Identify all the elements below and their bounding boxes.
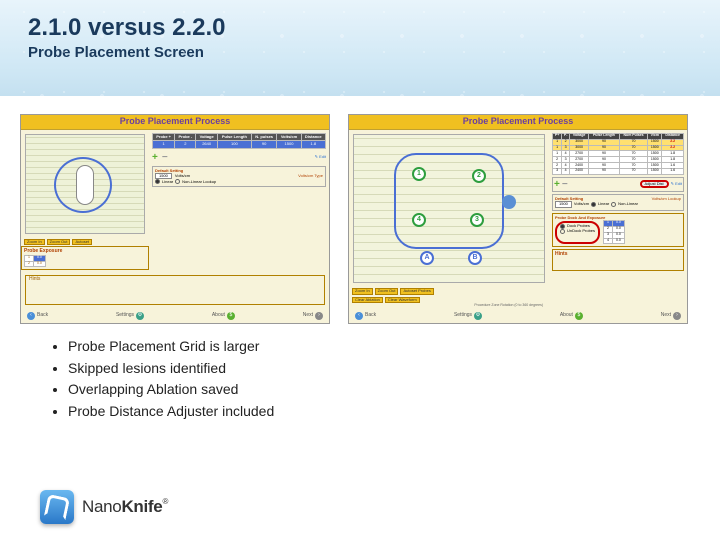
table-header-row: Probe +Probe - VoltagePulse Length N. pu… [153,133,326,140]
probe-exposure-panel: Probe Exposure 10.0 20.0 [21,246,149,270]
zoom-out-button[interactable]: Zoom Out [375,288,399,294]
slide-title: 2.1.0 versus 2.2.0 [28,14,692,42]
radio-linear[interactable] [591,202,596,207]
screenshot-v210: Probe Placement Process Zoom In Zoom Out… [20,114,330,324]
app-title: Probe Placement Process [349,115,687,130]
edit-link[interactable]: ✎ Edit [671,182,682,186]
default-setting-panel: Default SettingVolts/cm Lookup 1500 Volt… [552,194,684,211]
clear-ablation-button[interactable]: Clear Ablation [352,297,383,303]
probe-grid-large[interactable]: 1 2 3 4 A B [353,134,545,283]
marker-a[interactable]: A [420,251,434,265]
settings-button[interactable]: Settings⚙ [116,312,144,320]
probe-1[interactable]: 1 [412,167,426,181]
about-button[interactable]: About$ [560,312,583,320]
bullet-item: Probe Distance Adjuster included [68,401,680,423]
brand-footer: NanoKnife® [40,490,168,524]
marker-b[interactable]: B [468,251,482,265]
bullet-item: Probe Placement Grid is larger [68,336,680,358]
autoset-button[interactable]: Autoset [72,239,92,245]
zoom-in-button[interactable]: Zoom In [24,239,45,245]
app-footer: ‹Back Settings⚙ About$ Next› [21,309,329,323]
probe-3[interactable]: 3 [470,213,484,227]
exposure-mini-table: 10.0 20.0 [24,255,46,268]
bullet-list: Probe Placement Grid is larger Skipped l… [0,332,720,423]
radio-nonlinear[interactable] [175,179,180,184]
rotation-handle[interactable] [502,195,516,209]
bullet-item: Skipped lesions identified [68,358,680,380]
radio-nonlinear[interactable] [611,202,616,207]
adjust-distance-button[interactable]: Adjust Dist [640,180,669,188]
plus-icon[interactable]: + [554,179,560,190]
back-button[interactable]: ‹Back [27,312,48,320]
screenshot-v220: Probe Placement Process 1 2 3 4 A B Zoom… [348,114,688,324]
probe-shape-icon [76,165,94,205]
slide-subtitle: Probe Placement Screen [28,44,692,61]
rotation-hint: Procedure Zone Rotation (0 to 360 degree… [349,304,549,308]
exposure-mini-table: 10.0 20.0 30.0 40.0 [603,220,625,244]
app-footer: ‹Back Settings⚙ About$ Next› [349,309,687,323]
dock-exposure-panel: Probe Dock And Exposure Dock Probes UnDo… [552,213,684,248]
next-button[interactable]: Next› [303,312,323,320]
volts-input[interactable]: 1500 [555,201,572,207]
nanoknife-logo-icon [40,490,74,524]
plus-icon[interactable]: + [152,152,158,163]
minus-icon[interactable]: − [162,152,168,163]
ablation-zone-icon [394,153,504,249]
undock-probes-radio[interactable] [560,229,565,234]
title-banner: 2.1.0 versus 2.2.0 Probe Placement Scree… [0,0,720,96]
radio-linear[interactable] [155,179,160,184]
minus-icon[interactable]: − [562,179,568,190]
settings-button[interactable]: Settings⚙ [454,312,482,320]
zoom-in-button[interactable]: Zoom In [352,288,373,294]
probe-grid-small[interactable] [25,134,145,234]
autoset-button[interactable]: Autoset Probes [400,288,433,294]
table-row: 342400907015001.6 [553,168,684,174]
pulse-table[interactable]: Probe +Probe - VoltagePulse Length N. pu… [152,133,326,149]
hints-panel: Hints [552,249,684,271]
app-title: Probe Placement Process [21,115,329,130]
back-button[interactable]: ‹Back [355,312,376,320]
table-row: 12 2640100 901500 1.8 [153,141,326,148]
hints-panel: Hints [25,275,325,305]
pulse-table[interactable]: P+P- VoltagePulse Length Num PulsesV/cm … [552,133,684,175]
about-button[interactable]: About$ [212,312,235,320]
clear-waveform-button[interactable]: Clear Waveform [385,297,420,303]
next-button[interactable]: Next› [661,312,681,320]
probe-4[interactable]: 4 [412,213,426,227]
default-setting-panel: Default Setting 1500 Volts/cm Volts/cm T… [152,166,326,188]
screenshot-row: Probe Placement Process Zoom In Zoom Out… [0,96,720,332]
zoom-out-button[interactable]: Zoom Out [47,239,71,245]
bullet-item: Overlapping Ablation saved [68,379,680,401]
exposure-header: Probe Exposure [24,249,146,255]
edit-link[interactable]: ✎ Edit [315,155,326,159]
brand-text: NanoKnife® [82,497,168,517]
probe-2[interactable]: 2 [472,169,486,183]
